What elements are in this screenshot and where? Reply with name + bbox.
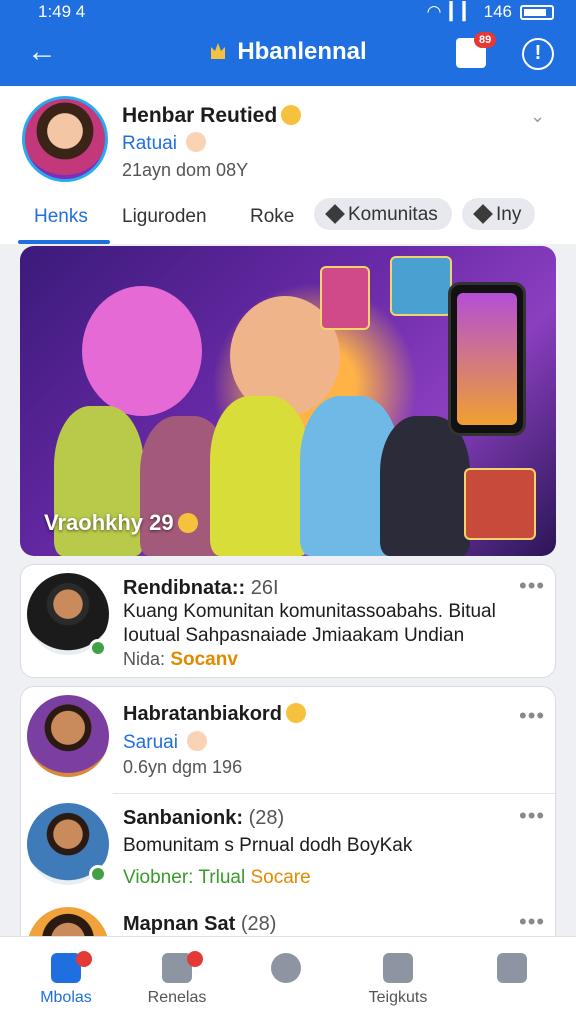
status-right: ◠ ▎▎ 146 bbox=[427, 2, 554, 22]
post-tags: Nida: Socanv bbox=[123, 649, 238, 671]
post-role: Saruai bbox=[123, 731, 208, 754]
tab-liguroden[interactable]: Liguroden bbox=[122, 206, 207, 228]
profile-header: Henbar Reutied Ratuai 21ayn dom 08Y ⌄ He… bbox=[0, 86, 576, 244]
status-bar: 1:49 4 ◠ ▎▎ 146 bbox=[0, 0, 576, 24]
post-title: Mapnan Sat (28) bbox=[123, 913, 276, 936]
profile-name-text: Henbar Reutied bbox=[122, 104, 278, 127]
post-count: (28) bbox=[248, 807, 285, 829]
post-role-text: Saruai bbox=[123, 732, 178, 753]
tab-henks[interactable]: Henks bbox=[34, 206, 88, 228]
post-title: Habratanbiakord bbox=[123, 703, 306, 726]
info-button[interactable]: ! bbox=[522, 38, 554, 70]
feed-card[interactable]: Habratanbiakord Saruai 0.6yn dgm 196 •••… bbox=[20, 686, 556, 989]
notification-badge: 89 bbox=[474, 32, 497, 48]
nav-item-check[interactable] bbox=[236, 947, 336, 989]
more-options-icon[interactable]: ••• bbox=[519, 803, 545, 829]
crown-icon bbox=[211, 43, 226, 59]
post-tag[interactable]: Socare bbox=[250, 867, 310, 888]
smile-emoji-icon bbox=[281, 105, 302, 125]
photo-card bbox=[464, 468, 536, 540]
tab-komunitas-label: Komunitas bbox=[348, 204, 438, 225]
person-illustration bbox=[380, 416, 470, 556]
wifi-icon: ◠ bbox=[426, 2, 442, 21]
post-title: Sanbanionk: (28) bbox=[123, 807, 284, 830]
user-icon bbox=[383, 953, 413, 983]
nav-badge bbox=[187, 951, 203, 967]
active-tab-indicator bbox=[18, 240, 110, 244]
more-options-icon[interactable]: ••• bbox=[519, 573, 545, 599]
battery-icon bbox=[520, 4, 554, 20]
post-title-text: Rendibnata:: bbox=[123, 577, 246, 599]
tab-roke[interactable]: Roke bbox=[250, 206, 294, 228]
chevron-down-icon[interactable]: ⌄ bbox=[530, 106, 545, 127]
online-status-icon bbox=[89, 639, 107, 657]
post-tags: Viobner: Trlual Socare bbox=[123, 867, 311, 889]
phone-illustration bbox=[448, 282, 526, 436]
post-tag[interactable]: Trlual bbox=[198, 867, 245, 888]
post-tag[interactable]: Socanv bbox=[170, 649, 238, 670]
profile-icon bbox=[497, 953, 527, 983]
face-emoji-icon bbox=[186, 132, 207, 152]
tab-komunitas[interactable]: Komunitas bbox=[314, 198, 452, 230]
post-title-text: Sanbanionk: bbox=[123, 807, 244, 829]
nav-label: Renelas bbox=[147, 989, 207, 1006]
nav-badge bbox=[76, 951, 92, 967]
smile-emoji-icon bbox=[285, 703, 306, 723]
mascot-illustration bbox=[82, 286, 202, 416]
nav-item-teigkuts[interactable]: Teigkuts bbox=[348, 947, 448, 1007]
tab-bar: Henks Liguroden Roke Komunitas Iny bbox=[0, 196, 576, 244]
app-bar: 1:49 4 ◠ ▎▎ 146 ← Hbanlennal 89 ! bbox=[0, 0, 576, 86]
avatar[interactable] bbox=[22, 96, 108, 182]
post-meta: 0.6yn dgm 196 bbox=[123, 757, 243, 777]
feed-card[interactable]: Rendibnata:: 26I Kuang Komunitan komunit… bbox=[20, 564, 556, 678]
post-count: (28) bbox=[240, 913, 277, 935]
hero-caption: Vraohkhy 29 bbox=[44, 510, 198, 536]
nav-label: Teigkuts bbox=[368, 989, 428, 1006]
post-title-text: Habratanbiakord bbox=[123, 703, 282, 725]
post-body-line: Kuang Komunitan komunitassoabahs. Bitual bbox=[123, 601, 496, 622]
face-emoji-icon bbox=[187, 731, 208, 751]
hero-caption-text: Vraohkhy 29 bbox=[44, 510, 174, 535]
divider bbox=[113, 793, 555, 794]
post-body-line: Ioutual Sahpasnaiade Jmiaakam Undian bbox=[123, 625, 465, 646]
photo-card bbox=[390, 256, 452, 316]
online-status-icon bbox=[89, 865, 107, 883]
smile-emoji-icon bbox=[177, 513, 198, 533]
more-options-icon[interactable]: ••• bbox=[519, 703, 545, 729]
profile-role: Ratuai bbox=[122, 132, 207, 155]
post-title: Rendibnata:: 26I bbox=[123, 577, 279, 600]
avatar[interactable] bbox=[27, 695, 109, 777]
bottom-navigation: Mbolas Renelas Teigkuts bbox=[0, 936, 576, 1024]
post-tag-label: Nida: bbox=[123, 649, 166, 669]
photo-card bbox=[320, 266, 370, 330]
tab-iny-label: Iny bbox=[496, 204, 522, 225]
post-title-text: Mapnan Sat bbox=[123, 913, 236, 935]
profile-role-text: Ratuai bbox=[122, 133, 177, 154]
nav-item-profile[interactable] bbox=[462, 947, 562, 989]
pin-icon bbox=[473, 204, 493, 224]
post-body-line: Bomunitam s Prnual dodh BoyKak bbox=[123, 835, 413, 856]
pin-icon bbox=[325, 204, 345, 224]
post-tag-label: Viobner: bbox=[123, 867, 194, 888]
battery-level: 146 bbox=[483, 2, 512, 21]
hero-banner[interactable]: Vraohkhy 29 bbox=[20, 246, 556, 556]
notification-button[interactable]: 89 bbox=[456, 32, 497, 68]
page-title-text: Hbanlennal bbox=[237, 38, 367, 65]
status-time: 1:49 4 bbox=[38, 2, 86, 21]
nav-item-renelas[interactable]: Renelas bbox=[127, 947, 227, 1007]
nav-label: Mbolas bbox=[40, 989, 92, 1006]
check-circle-icon bbox=[271, 953, 301, 983]
post-count: 26I bbox=[250, 577, 279, 599]
nav-item-mbolas[interactable]: Mbolas bbox=[16, 947, 116, 1007]
signal-icon: ▎▎ bbox=[449, 2, 476, 21]
person-illustration bbox=[210, 396, 310, 556]
tab-iny[interactable]: Iny bbox=[462, 198, 536, 230]
more-options-icon[interactable]: ••• bbox=[519, 909, 545, 935]
profile-meta: 21ayn dom 08Y bbox=[122, 160, 249, 180]
profile-name: Henbar Reutied bbox=[122, 104, 302, 128]
